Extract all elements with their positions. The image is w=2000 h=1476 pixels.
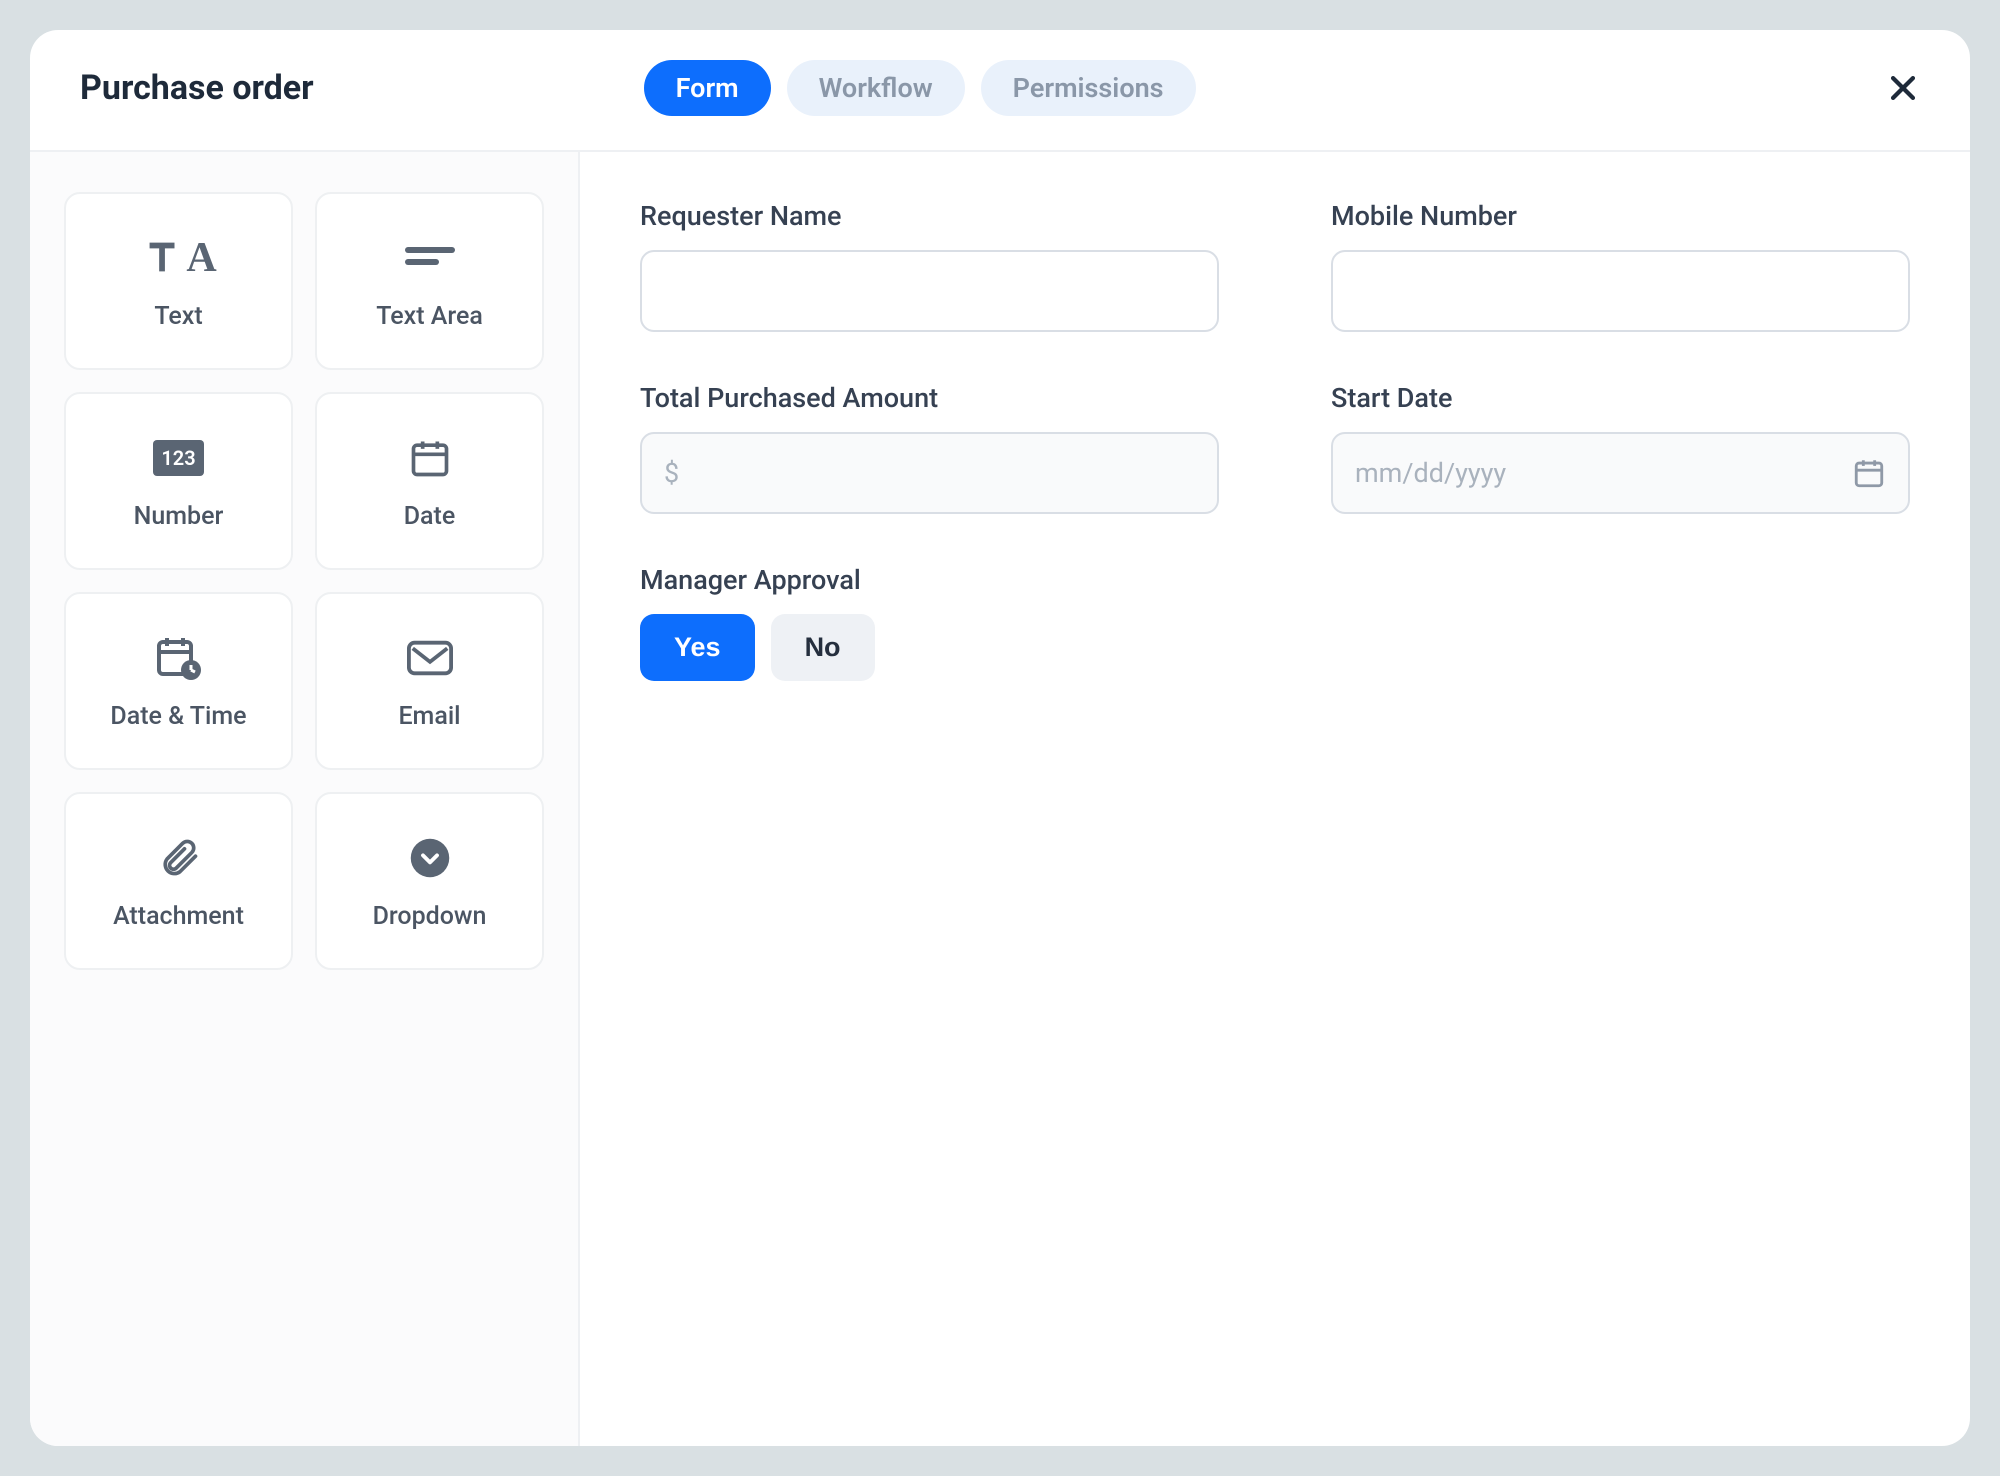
tab-permissions[interactable]: Permissions: [981, 60, 1196, 116]
field-dropdown[interactable]: Dropdown: [315, 792, 544, 970]
form-canvas: Requester Name Mobile Number Total Purch…: [580, 152, 1970, 1446]
number-icon: 123: [153, 432, 203, 484]
calendar-icon: [1852, 456, 1886, 490]
field-email[interactable]: Email: [315, 592, 544, 770]
field-manager-approval: Manager Approval Yes No: [640, 564, 1219, 681]
field-date[interactable]: Date: [315, 392, 544, 570]
label-mobile-number: Mobile Number: [1331, 200, 1910, 232]
label-start-date: Start Date: [1331, 382, 1910, 414]
tab-form[interactable]: Form: [644, 60, 771, 116]
input-total-amount[interactable]: $: [640, 432, 1219, 514]
label-manager-approval: Manager Approval: [640, 564, 1219, 596]
currency-placeholder: $: [664, 457, 679, 489]
field-number[interactable]: 123 Number: [64, 392, 293, 570]
email-icon: [407, 632, 453, 684]
field-textarea[interactable]: Text Area: [315, 192, 544, 370]
field-total-amount: Total Purchased Amount $: [640, 382, 1219, 514]
button-yes[interactable]: Yes: [640, 614, 755, 681]
text-icon: A: [140, 232, 216, 284]
tab-workflow[interactable]: Workflow: [787, 60, 965, 116]
tab-group: Form Workflow Permissions: [644, 60, 1196, 116]
form-builder-window: Purchase order Form Workflow Permissions…: [30, 30, 1970, 1446]
dropdown-icon: [409, 832, 451, 884]
input-requester-name[interactable]: [640, 250, 1219, 332]
field-start-date: Start Date mm/dd/yyyy: [1331, 382, 1910, 514]
button-no[interactable]: No: [771, 614, 875, 681]
input-start-date[interactable]: mm/dd/yyyy: [1331, 432, 1910, 514]
close-icon: [1886, 71, 1920, 105]
field-text[interactable]: A Text: [64, 192, 293, 370]
field-datetime[interactable]: Date & Time: [64, 592, 293, 770]
date-icon: [408, 432, 452, 484]
field-requester-name: Requester Name: [640, 200, 1219, 332]
field-palette: A Text Text Area 123 Number: [30, 152, 580, 1446]
attachment-icon: [157, 832, 201, 884]
close-button[interactable]: [1886, 71, 1920, 105]
date-placeholder: mm/dd/yyyy: [1355, 457, 1506, 489]
label-requester-name: Requester Name: [640, 200, 1219, 232]
page-title: Purchase order: [80, 68, 314, 108]
label-total-amount: Total Purchased Amount: [640, 382, 1219, 414]
field-mobile-number: Mobile Number: [1331, 200, 1910, 332]
textarea-icon: [405, 232, 455, 284]
datetime-icon: [155, 632, 203, 684]
field-attachment[interactable]: Attachment: [64, 792, 293, 970]
content-area: A Text Text Area 123 Number: [30, 152, 1970, 1446]
input-mobile-number[interactable]: [1331, 250, 1910, 332]
yes-no-group: Yes No: [640, 614, 1219, 681]
titlebar: Purchase order Form Workflow Permissions: [30, 30, 1970, 152]
